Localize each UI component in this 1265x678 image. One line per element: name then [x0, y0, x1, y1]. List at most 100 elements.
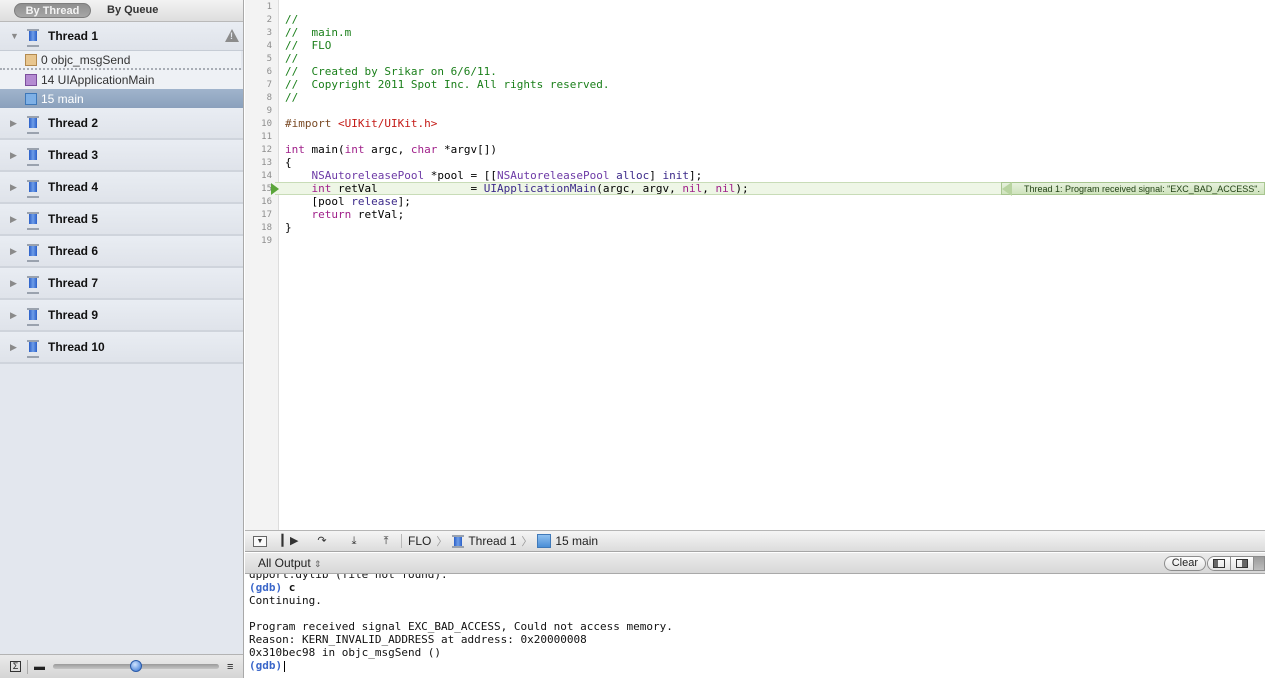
code-text: ] [649, 169, 663, 182]
console-line: Program received signal EXC_BAD_ACCESS, … [249, 620, 673, 633]
breadcrumb-thread[interactable]: Thread 1 [468, 534, 516, 548]
thread-row-6[interactable]: ▶ Thread 6 [0, 236, 243, 268]
console-input-line[interactable]: (gdb) [249, 659, 1265, 672]
chevron-right-icon: 〉 [521, 536, 533, 548]
stack-frame-15[interactable]: 15 main [0, 89, 243, 108]
line-number[interactable]: 2 [267, 15, 272, 25]
clear-console-button[interactable]: Clear [1163, 556, 1206, 571]
code-text: ]; [397, 195, 411, 208]
stack-compression-slider[interactable] [53, 660, 219, 672]
thread-spool-icon [26, 340, 40, 358]
thread-label: Thread 5 [48, 212, 99, 226]
line-number[interactable]: 10 [261, 119, 272, 129]
console-output[interactable]: dpport.dylib (file not found). (gdb) c C… [245, 574, 1265, 678]
continue-icon[interactable]: ▎▶ [281, 534, 299, 548]
thread-row-5[interactable]: ▶ Thread 5 [0, 204, 243, 236]
thread-row-7[interactable]: ▶ Thread 7 [0, 268, 243, 300]
thread-spool-icon [26, 148, 40, 166]
by-thread-button[interactable]: By Thread [14, 3, 91, 18]
thread-row-10[interactable]: ▶ Thread 10 [0, 332, 243, 364]
disclosure-open-icon[interactable]: ▼ [10, 31, 20, 41]
code-text: argc, [364, 143, 411, 156]
line-number[interactable]: 18 [261, 223, 272, 233]
navigator-mode-control: By Thread By Queue [0, 0, 243, 22]
step-over-icon[interactable]: ↷ [313, 534, 331, 548]
line-number[interactable]: 12 [261, 145, 272, 155]
warning-icon [225, 29, 239, 42]
disclosure-closed-icon[interactable]: ▶ [10, 278, 20, 289]
hide-debug-area-icon[interactable]: ▼ [253, 535, 267, 547]
gdb-prompt: (gdb) [249, 659, 283, 672]
code-text: , [702, 182, 716, 195]
disclosure-closed-icon[interactable]: ▶ [10, 118, 20, 129]
method-name: release [351, 195, 398, 208]
compact-view-icon[interactable]: ▬ [34, 661, 45, 673]
code-text: ); [735, 182, 749, 195]
line-number[interactable]: 11 [261, 132, 272, 142]
sigma-filter-icon[interactable]: Σ [10, 661, 21, 672]
source-editor[interactable]: 1 2 3 4 5 6 7 8 9 10 11 12 13 14 15 16 17 18 19 // // main… [245, 0, 1265, 530]
disclosure-closed-icon[interactable]: ▶ [10, 342, 20, 353]
thread-label: Thread 7 [48, 276, 99, 290]
disclosure-closed-icon[interactable]: ▶ [10, 310, 20, 321]
thread-row-2[interactable]: ▶ Thread 2 [0, 108, 243, 140]
console-only-button[interactable] [1254, 557, 1264, 570]
thread-spool-icon [26, 308, 40, 326]
thread-spool-icon [26, 116, 40, 134]
line-number[interactable]: 3 [267, 28, 272, 38]
left-pane-icon [1213, 559, 1225, 568]
thread-row-1[interactable]: ▼ Thread 1 [0, 22, 243, 51]
thread-label: Thread 9 [48, 308, 99, 322]
import-directive: #import [285, 117, 338, 130]
signal-annotation[interactable]: Thread 1: Program received signal: "EXC_… [1001, 182, 1265, 196]
thread-row-4[interactable]: ▶ Thread 4 [0, 172, 243, 204]
step-out-icon[interactable]: ⤒ [377, 534, 395, 548]
code-line-4: // FLO [285, 39, 332, 52]
thread-row-3[interactable]: ▶ Thread 3 [0, 140, 243, 172]
line-number[interactable]: 13 [261, 158, 272, 168]
line-number[interactable]: 4 [267, 41, 272, 51]
disclosure-closed-icon[interactable]: ▶ [10, 150, 20, 161]
frame-label: 15 main [41, 91, 84, 106]
step-into-icon[interactable]: ⤓ [345, 534, 363, 548]
line-number[interactable]: 1 [267, 2, 272, 12]
line-number[interactable]: 9 [267, 106, 272, 116]
disclosure-closed-icon[interactable]: ▶ [10, 214, 20, 225]
thread-label: Thread 2 [48, 116, 99, 130]
stack-frame-0[interactable]: 0 objc_msgSend [0, 51, 241, 70]
line-number[interactable]: 14 [261, 171, 272, 181]
thread-label: Thread 3 [48, 148, 99, 162]
variables-only-button[interactable] [1208, 557, 1231, 570]
thread-spool-icon [26, 244, 40, 262]
disclosure-closed-icon[interactable]: ▶ [10, 182, 20, 193]
thread-spool-icon [26, 212, 40, 230]
expanded-view-icon[interactable]: ≡ [227, 661, 233, 673]
thread-row-9[interactable]: ▶ Thread 9 [0, 300, 243, 332]
line-number[interactable]: 5 [267, 54, 272, 64]
breadcrumb-frame[interactable]: 15 main [555, 534, 598, 548]
import-path: <UIKit/UIKit.h> [337, 117, 438, 130]
console-line: 0x310bec98 in objc_msgSend () [249, 646, 442, 659]
line-number[interactable]: 8 [267, 93, 272, 103]
updown-arrows-icon: ⇕ [314, 559, 322, 569]
keyword: nil [715, 182, 736, 195]
line-number[interactable]: 6 [267, 67, 272, 77]
slider-knob[interactable] [130, 660, 142, 672]
disclosure-closed-icon[interactable]: ▶ [10, 246, 20, 257]
line-number[interactable]: 16 [261, 197, 272, 207]
line-number[interactable]: 7 [267, 80, 272, 90]
stack-frame-14[interactable]: 14 UIApplicationMain [0, 70, 243, 89]
gear-icon [25, 53, 37, 66]
gdb-command: c [282, 581, 296, 594]
both-panes-button[interactable] [1231, 557, 1254, 570]
line-number[interactable]: 17 [261, 210, 272, 220]
by-queue-button[interactable]: By Queue [97, 3, 168, 18]
instruction-pointer-icon[interactable] [271, 183, 279, 195]
breadcrumb-project[interactable]: FLO [408, 534, 431, 548]
line-number[interactable]: 19 [261, 236, 272, 246]
code-text: ]; [689, 169, 703, 182]
output-filter-select[interactable]: All Output ⇕ [258, 556, 322, 570]
line-number-gutter[interactable]: 1 2 3 4 5 6 7 8 9 10 11 12 13 14 15 16 17 18 19 [245, 0, 279, 530]
